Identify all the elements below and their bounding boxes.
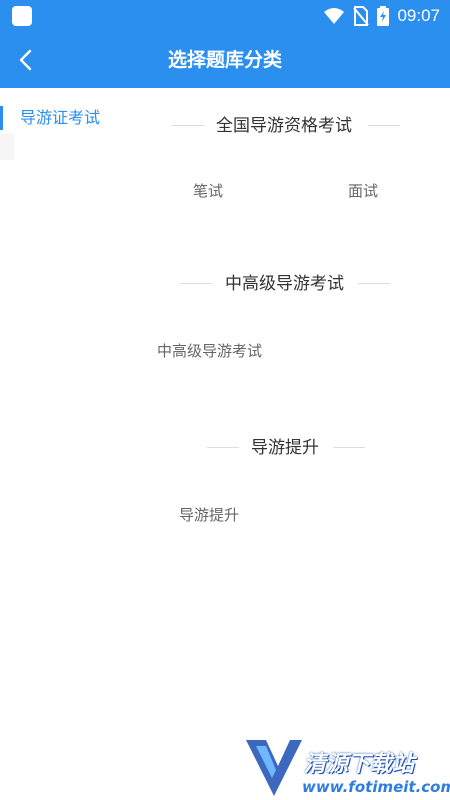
section-title: 全国导游资格考试 (216, 116, 352, 136)
divider (172, 125, 204, 126)
divider (368, 125, 400, 126)
status-bar: 09:07 (0, 0, 450, 32)
back-button[interactable] (10, 44, 42, 76)
chevron-left-icon (19, 49, 32, 71)
divider (358, 283, 390, 284)
section-header: 导游提升 (207, 433, 365, 463)
sidebar-item-guide-cert-exam[interactable]: 导游证考试 (0, 104, 140, 132)
section-title: 中高级导游考试 (225, 274, 344, 294)
section-header: 全国导游资格考试 (172, 111, 400, 141)
section-title: 导游提升 (251, 438, 319, 458)
page-title: 选择题库分类 (167, 49, 282, 71)
wifi-icon (324, 8, 345, 24)
watermark: 清源下载站 www.fotimeit.com (244, 736, 450, 800)
watermark-url: www.fotimeit.com (302, 778, 450, 796)
category-sidebar: 导游证考试 (0, 88, 140, 800)
no-sim-icon (353, 6, 370, 26)
status-icons: 09:07 (323, 4, 440, 28)
watermark-text: 清源下载站 (304, 752, 415, 777)
sidebar-divider (0, 134, 14, 160)
selected-indicator (0, 106, 3, 130)
option-written-exam[interactable]: 笔试 (193, 179, 223, 203)
option-advanced-guide-exam[interactable]: 中高级导游考试 (157, 339, 262, 363)
app-bar: 选择题库分类 (0, 32, 450, 88)
section-header: 中高级导游考试 (180, 269, 390, 299)
site-logo-icon (246, 740, 302, 796)
option-interview[interactable]: 面试 (348, 179, 378, 203)
divider (333, 447, 365, 448)
option-guide-improvement[interactable]: 导游提升 (179, 503, 239, 527)
battery-charging-icon (377, 6, 390, 26)
divider (207, 447, 239, 448)
sidebar-item-label: 导游证考试 (20, 108, 101, 127)
clock: 09:07 (397, 6, 440, 25)
app-notification-icon (12, 6, 32, 26)
divider (180, 283, 212, 284)
